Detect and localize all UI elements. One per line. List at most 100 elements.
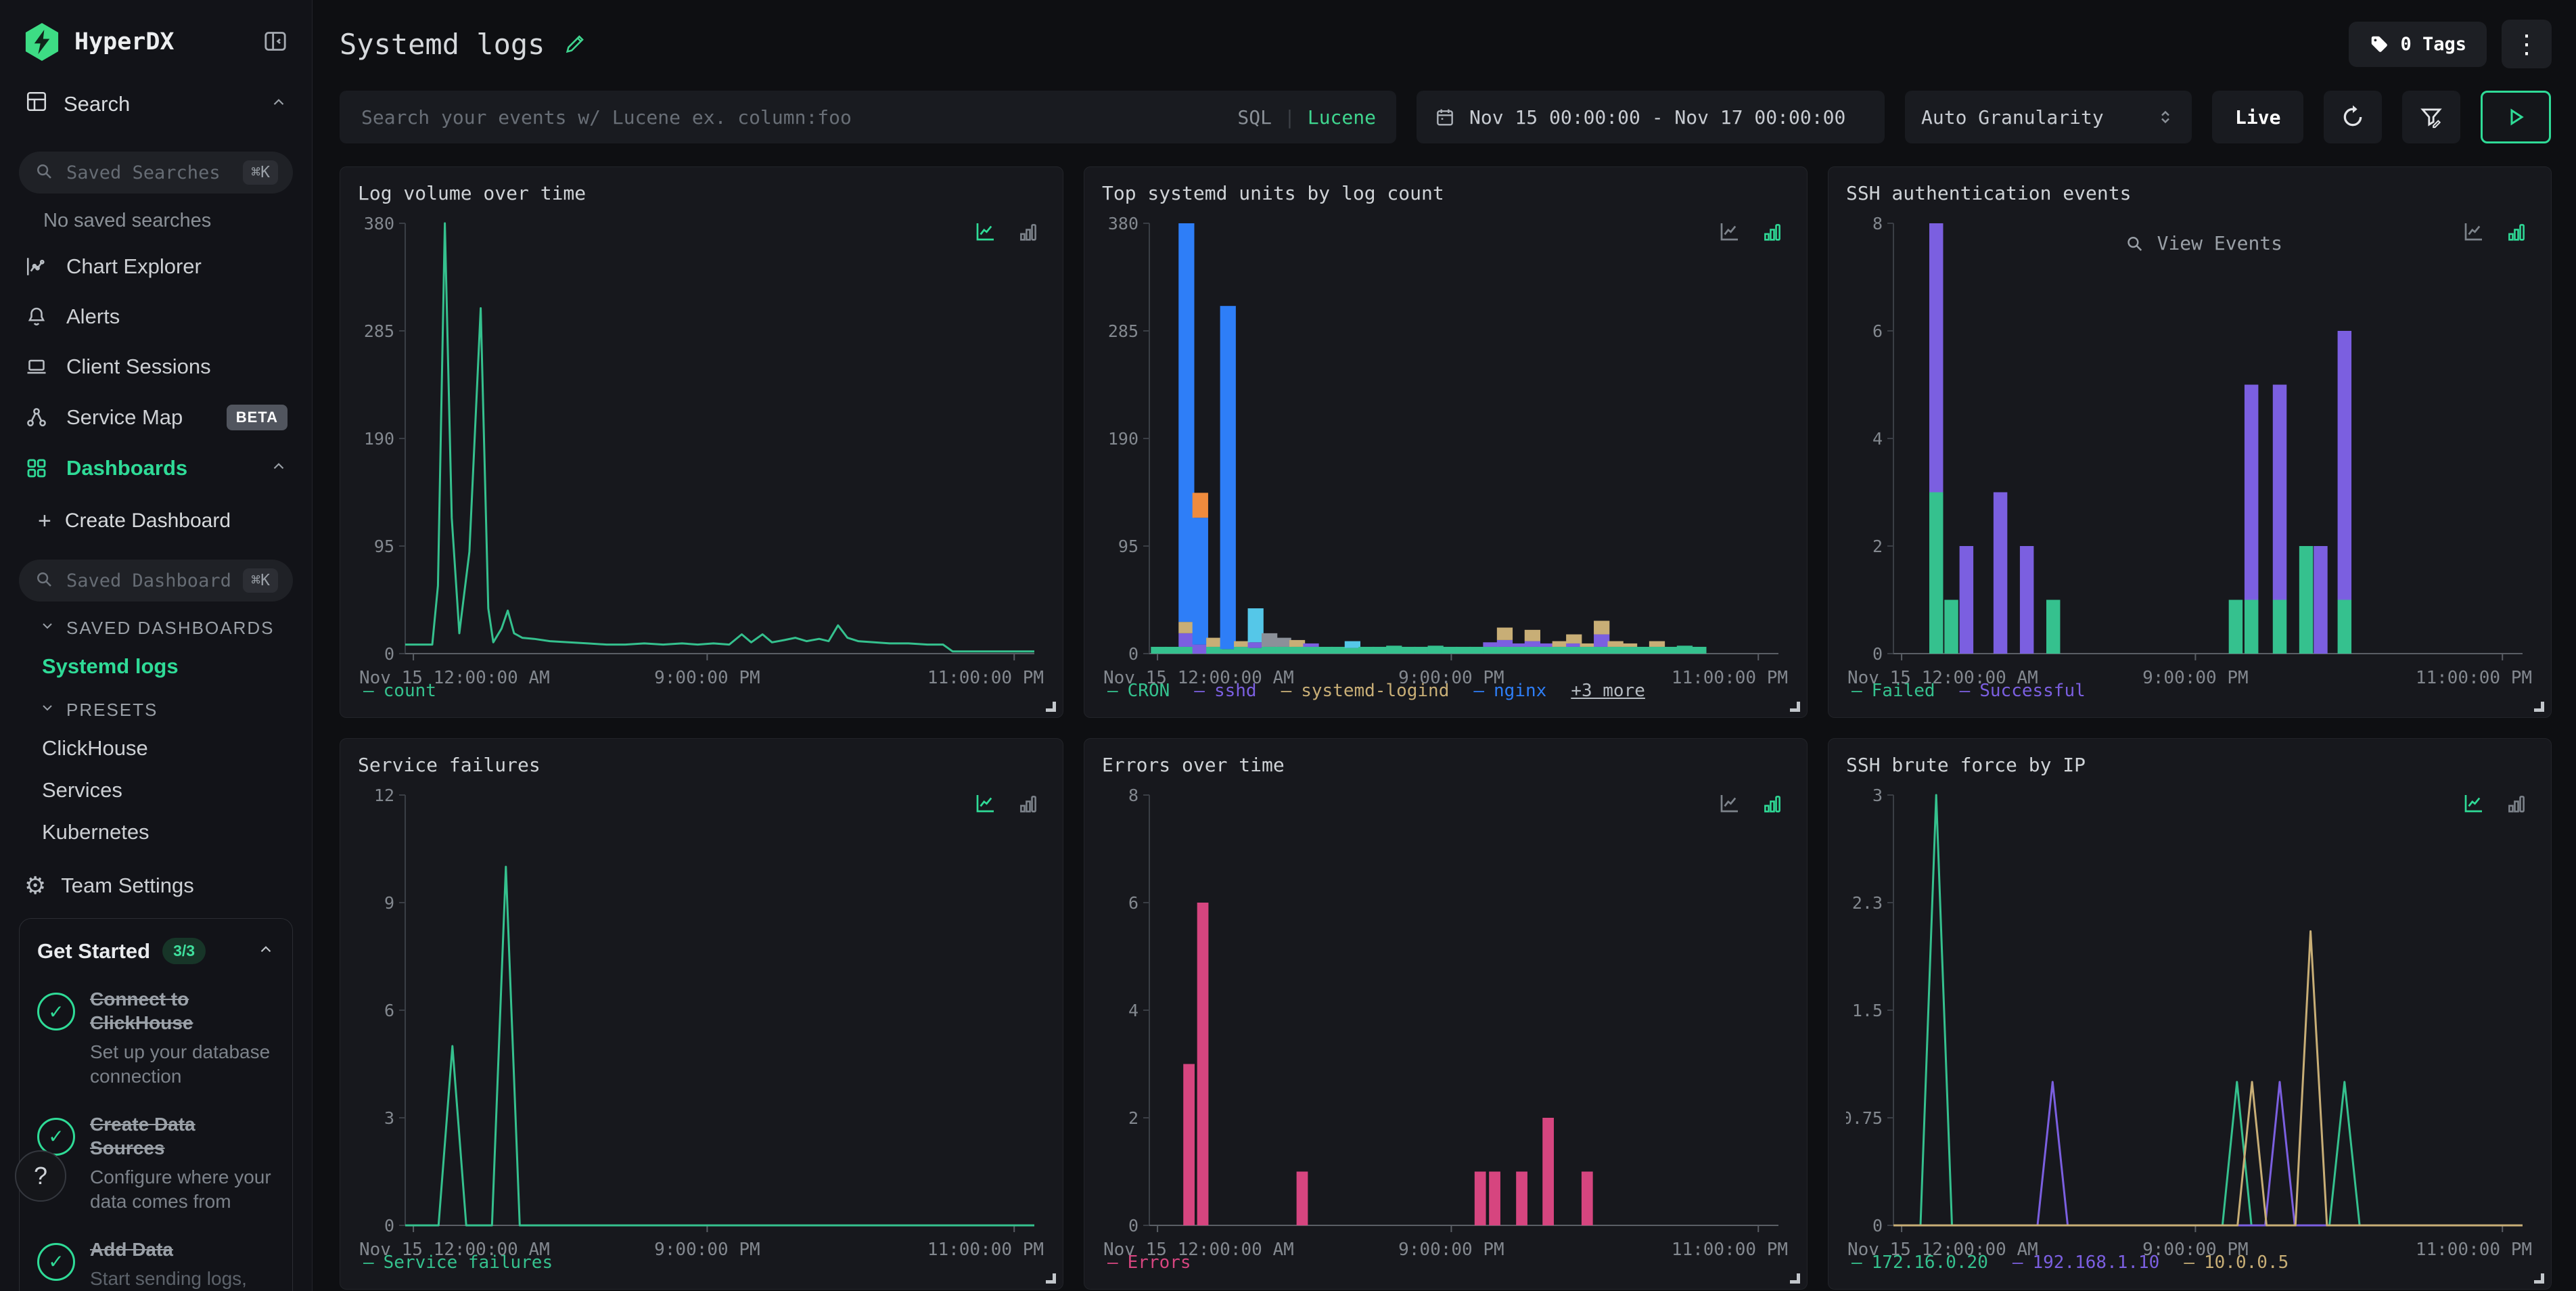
svg-text:4: 4 xyxy=(1128,1001,1138,1020)
sidebar-item-chart-explorer[interactable]: Chart Explorer xyxy=(0,242,312,292)
line-chart-toggle[interactable] xyxy=(973,791,998,815)
refresh-button[interactable] xyxy=(2324,91,2382,143)
shortcut-badge: ⌘K xyxy=(243,568,278,593)
create-dashboard-label: Create Dashboard xyxy=(65,509,231,533)
resize-handle[interactable] xyxy=(1046,1273,1056,1284)
saved-searches-field[interactable] xyxy=(65,162,232,184)
get-started-step-add-data[interactable]: ✓ Add Data Start sending logs, metrics, … xyxy=(37,1238,275,1291)
chart-card-ssh-auth: SSH authentication events View Events xyxy=(1828,166,2552,718)
presets-header-label: PRESETS xyxy=(66,700,158,721)
chart-area[interactable]: 036912Nov 15 12:00:00 AM9:00:00 PM11:00:… xyxy=(358,779,1045,1244)
chart-canvas: 036912Nov 15 12:00:00 AM9:00:00 PM11:00:… xyxy=(358,779,1045,1265)
chart-bar-segment xyxy=(1303,643,1318,647)
chart-bar-segment xyxy=(1289,647,1305,654)
sidebar-item-alerts[interactable]: Alerts xyxy=(0,292,312,342)
svg-text:4: 4 xyxy=(1872,429,1883,449)
resize-handle[interactable] xyxy=(1790,702,1800,712)
sql-toggle[interactable]: SQL xyxy=(1237,106,1272,129)
chart-area[interactable]: 02468Nov 15 12:00:00 AM9:00:00 PM11:00:0… xyxy=(1102,779,1789,1244)
kebab-menu-button[interactable]: ⋮ xyxy=(2502,20,2552,68)
step-title: Add Data xyxy=(90,1238,275,1261)
chart-bar-segment xyxy=(1193,645,1208,654)
refresh-icon xyxy=(2339,104,2366,131)
get-started-step-connect[interactable]: ✓ Connect to ClickHouse Set up your data… xyxy=(37,987,275,1089)
bar-chart-toggle[interactable] xyxy=(1017,221,1040,244)
shortcut-badge: ⌘K xyxy=(243,160,278,185)
filter-button[interactable] xyxy=(2402,91,2460,143)
sidebar-item-dashboards[interactable]: Dashboards xyxy=(0,443,312,493)
chart-bar-segment xyxy=(1566,647,1582,654)
sidebar-item-services[interactable]: Services xyxy=(0,769,312,811)
resize-handle[interactable] xyxy=(1790,1273,1800,1284)
granularity-select[interactable]: Auto Granularity xyxy=(1905,91,2192,143)
chart-bar-segment xyxy=(1178,622,1194,633)
get-started-step-sources[interactable]: ✓ Create Data Sources Configure where yo… xyxy=(37,1112,275,1215)
chart-area[interactable]: View Events 02468Nov 15 12:00:00 AM9:00:… xyxy=(1846,207,2533,673)
select-chevrons-icon xyxy=(2155,107,2176,127)
live-button[interactable]: Live xyxy=(2212,91,2303,143)
play-button[interactable] xyxy=(2481,91,2551,143)
saved-dashboards-input[interactable]: ⌘K xyxy=(19,560,293,602)
saved-dashboards-field[interactable] xyxy=(65,570,232,592)
line-chart-toggle[interactable] xyxy=(2462,219,2486,244)
chart-bar-segment xyxy=(1442,647,1457,654)
chart-bar-segment xyxy=(1234,641,1249,647)
svg-text:11:00:00 PM: 11:00:00 PM xyxy=(927,668,1044,688)
svg-text:11:00:00 PM: 11:00:00 PM xyxy=(1672,1240,1788,1260)
dashboard-header: Systemd logs 0 Tags ⋮ xyxy=(340,15,2552,73)
sidebar-item-kubernetes[interactable]: Kubernetes xyxy=(0,811,312,853)
event-search-box[interactable]: SQL | Lucene xyxy=(340,91,1396,143)
chart-bar-segment xyxy=(2338,600,2351,654)
chart-bar-segment xyxy=(1552,647,1568,654)
create-dashboard-button[interactable]: + Create Dashboard xyxy=(0,493,312,543)
sidebar-item-systemd-logs[interactable]: Systemd logs xyxy=(0,646,312,687)
edit-title-button[interactable] xyxy=(564,32,586,55)
sidebar-item-search[interactable]: Search xyxy=(0,73,312,135)
line-chart-toggle[interactable] xyxy=(2462,791,2486,815)
bar-chart-toggle[interactable] xyxy=(1761,792,1784,815)
chart-bar-segment xyxy=(1483,642,1498,647)
sidebar-item-team-settings[interactable]: ⚙ Team Settings xyxy=(0,853,312,918)
nav-label: Chart Explorer xyxy=(66,254,202,279)
bar-chart-toggle[interactable] xyxy=(2505,792,2528,815)
get-started-header[interactable]: Get Started 3/3 xyxy=(37,938,275,964)
line-chart-toggle[interactable] xyxy=(973,219,998,244)
chart-area[interactable]: 095190285380Nov 15 12:00:00 AM9:00:00 PM… xyxy=(1102,207,1789,673)
chart-bar-segment xyxy=(1497,628,1513,640)
chart-area[interactable]: 00.751.52.33Nov 15 12:00:00 AM9:00:00 PM… xyxy=(1846,779,2533,1244)
chart-bar-segment xyxy=(1262,647,1277,654)
chart-area[interactable]: 095190285380Nov 15 12:00:00 AM9:00:00 PM… xyxy=(358,207,1045,673)
presets-section[interactable]: PRESETS xyxy=(0,687,312,727)
chart-bar-segment xyxy=(1151,647,1166,654)
saved-dashboards-section[interactable]: SAVED DASHBOARDS xyxy=(0,606,312,646)
bar-chart-toggle[interactable] xyxy=(1761,221,1784,244)
bar-chart-toggle[interactable] xyxy=(1017,792,1040,815)
get-started-card: Get Started 3/3 ✓ Connect to ClickHouse … xyxy=(19,918,293,1291)
chart-bar-segment xyxy=(1386,646,1402,654)
magnifier-icon xyxy=(2125,233,2145,254)
filter-row: SQL | Lucene Nov 15 00:00:00 - Nov 17 00… xyxy=(340,91,2552,143)
resize-handle[interactable] xyxy=(2534,1273,2544,1284)
sidebar-item-service-map[interactable]: Service Map BETA xyxy=(0,392,312,443)
bar-chart-toggle[interactable] xyxy=(2505,221,2528,244)
help-button[interactable]: ? xyxy=(15,1150,66,1202)
sidebar-item-client-sessions[interactable]: Client Sessions xyxy=(0,342,312,392)
chart-bar-segment xyxy=(1248,648,1264,654)
chart-card-top-units: Top systemd units by log count 095190285… xyxy=(1084,166,1808,718)
svg-text:11:00:00 PM: 11:00:00 PM xyxy=(927,1240,1044,1260)
view-events-button[interactable]: View Events xyxy=(2121,231,2286,255)
saved-searches-input[interactable]: ⌘K xyxy=(19,152,293,194)
sidebar-collapse-icon[interactable] xyxy=(262,28,289,57)
sidebar-item-clickhouse[interactable]: ClickHouse xyxy=(0,727,312,769)
tags-button[interactable]: 0 Tags xyxy=(2349,22,2487,67)
lucene-toggle[interactable]: Lucene xyxy=(1308,106,1376,129)
svg-text:6: 6 xyxy=(1872,321,1883,341)
line-chart-toggle[interactable] xyxy=(1718,219,1742,244)
time-range-picker[interactable]: Nov 15 00:00:00 - Nov 17 00:00:00 xyxy=(1417,91,1885,143)
resize-handle[interactable] xyxy=(2534,702,2544,712)
chart-title: SSH authentication events xyxy=(1846,182,2533,204)
event-search-input[interactable] xyxy=(360,106,1224,129)
resize-handle[interactable] xyxy=(1046,702,1056,712)
line-chart-toggle[interactable] xyxy=(1718,791,1742,815)
chart-bar-segment xyxy=(1317,647,1333,654)
